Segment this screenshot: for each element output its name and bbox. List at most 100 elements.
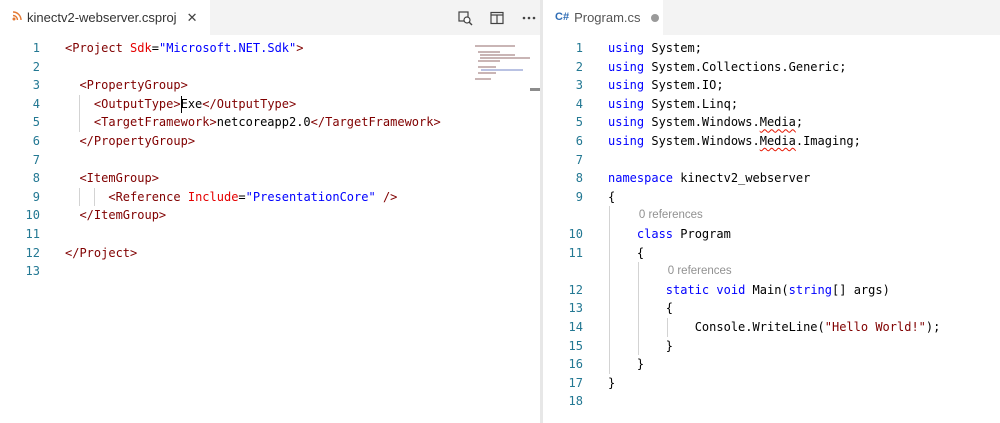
code-token: void xyxy=(716,282,746,297)
tab-csproj[interactable]: kinectv2-webserver.csproj ✕ xyxy=(0,0,210,35)
close-icon[interactable]: ✕ xyxy=(187,10,198,26)
code-line: { xyxy=(608,244,644,263)
code-token: <OutputType> xyxy=(93,96,181,111)
code-token: </TargetFramework> xyxy=(310,115,441,130)
code-line: using System; xyxy=(608,39,702,58)
line-number: 13 xyxy=(25,264,40,279)
code-token: ); xyxy=(925,320,941,334)
code-token: Project xyxy=(72,41,123,55)
code-line: namespace kinectv2_webserver xyxy=(608,169,810,188)
code-token: System.Windows. xyxy=(644,134,760,148)
code-token: string xyxy=(788,282,833,297)
editor-actions xyxy=(444,0,540,35)
indent-guide xyxy=(79,187,81,207)
line-number: 13 xyxy=(568,301,583,316)
indent-guide xyxy=(79,94,81,132)
code-line: <ItemGroup> xyxy=(65,169,158,188)
code-line: using System.Windows.Media.Imaging; xyxy=(608,132,861,151)
unsaved-dot-icon[interactable] xyxy=(650,13,659,22)
indent-guide xyxy=(609,206,610,374)
code-line: using System.Linq; xyxy=(608,95,738,114)
csharp-file-icon: C# xyxy=(555,11,570,23)
code-token: Console.WriteLine( xyxy=(608,320,825,334)
code-token: Exe xyxy=(180,96,203,111)
code-token: using xyxy=(608,115,645,130)
code-line: </PropertyGroup> xyxy=(65,132,195,151)
code-token: netcoreapp2.0 xyxy=(216,115,311,130)
code-token: </Project> xyxy=(65,245,138,260)
left-tab-bar: kinectv2-webserver.csproj ✕ xyxy=(0,0,540,35)
line-number: 4 xyxy=(32,96,40,111)
tab-program-cs[interactable]: C# Program.cs xyxy=(543,0,663,35)
code-token: Sdk xyxy=(130,41,152,55)
code-token: [] args) xyxy=(832,282,890,297)
code-token: } xyxy=(608,357,645,372)
code-lens-references[interactable]: 0 references xyxy=(668,262,732,281)
code-token: using xyxy=(608,59,645,74)
line-number: 1 xyxy=(575,41,583,55)
minimap[interactable] xyxy=(475,45,530,85)
code-token: System.IO; xyxy=(644,78,724,93)
line-number: 1 xyxy=(32,41,40,55)
split-editor-icon[interactable] xyxy=(486,7,508,29)
code-token: static xyxy=(665,282,710,297)
code-line: } xyxy=(608,355,644,374)
code-line: <Reference Include="PresentationCore" /> xyxy=(65,188,397,207)
code-token: } xyxy=(608,375,616,390)
code-lens-references[interactable]: 0 references xyxy=(639,206,703,225)
code-token: System.Linq; xyxy=(644,96,739,111)
code-token: > xyxy=(296,41,304,55)
line-number: 12 xyxy=(568,282,583,297)
line-number: 8 xyxy=(32,171,40,186)
code-token: { xyxy=(608,189,616,204)
scrollbar-marker[interactable] xyxy=(530,88,540,91)
code-line: } xyxy=(608,374,615,393)
code-token: ; xyxy=(795,115,804,130)
line-number: 5 xyxy=(575,115,583,130)
open-preview-icon[interactable] xyxy=(454,7,476,29)
code-token: </ItemGroup> xyxy=(79,208,167,223)
line-number: 8 xyxy=(575,171,583,186)
code-line: using System.Collections.Generic; xyxy=(608,58,846,77)
code-token: class xyxy=(636,227,674,241)
code-line: <Project Sdk="Microsoft.NET.Sdk"> xyxy=(65,39,303,58)
code-line: { xyxy=(608,188,615,207)
line-number: 6 xyxy=(575,134,583,148)
code-token: System.Collections.Generic; xyxy=(644,59,847,74)
line-number: 3 xyxy=(32,78,40,93)
line-number: 18 xyxy=(568,394,583,409)
code-token: = xyxy=(151,41,159,55)
code-token: namespace xyxy=(608,171,674,186)
line-number: 15 xyxy=(568,338,583,353)
code-line: static void Main(string[] args) xyxy=(608,281,890,300)
code-token: Main( xyxy=(745,282,789,297)
code-token: Program xyxy=(673,227,731,241)
line-number: 11 xyxy=(568,245,583,260)
line-number: 6 xyxy=(32,134,40,148)
code-token: "Microsoft.NET.Sdk" xyxy=(158,41,297,55)
indent-guide xyxy=(93,187,95,207)
code-line: { xyxy=(608,299,673,318)
code-token: /> xyxy=(382,189,398,204)
text-cursor xyxy=(180,95,182,113)
line-number: 11 xyxy=(25,227,40,241)
code-token: <Reference xyxy=(108,189,181,204)
code-editor-csproj[interactable]: 1 <Project Sdk="Microsoft.NET.Sdk"> 2 3 <Pr… xyxy=(0,41,540,423)
code-line: class Program xyxy=(608,225,731,244)
code-line: Console.WriteLine("Hello World!"); xyxy=(608,318,941,337)
code-token: using xyxy=(608,78,645,93)
code-token: kinectv2_webserver xyxy=(673,171,811,186)
more-actions-icon[interactable] xyxy=(518,7,540,29)
line-number: 12 xyxy=(25,245,40,260)
code-line: <PropertyGroup> xyxy=(65,76,187,95)
line-number: 5 xyxy=(32,115,40,130)
line-number: 10 xyxy=(25,208,40,223)
right-editor-group: C# Program.cs 1 using System; 2 using Syste… xyxy=(543,0,1000,423)
code-editor-program-cs[interactable]: 1 using System; 2 using System.Collections.… xyxy=(543,41,1000,423)
line-number: 10 xyxy=(568,227,583,241)
